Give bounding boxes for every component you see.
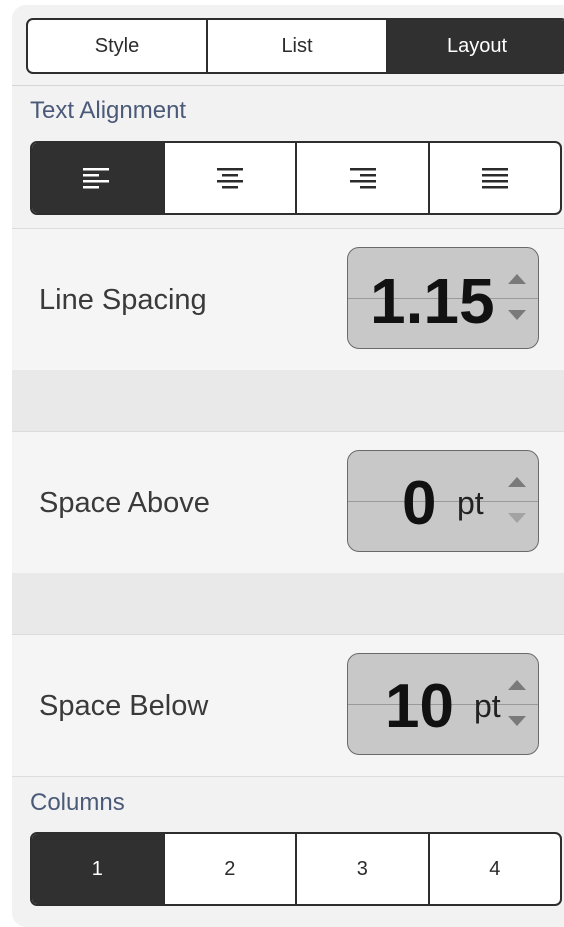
- space-below-row: Space Below 10 pt: [12, 634, 564, 777]
- align-left-icon: [83, 168, 110, 189]
- space-below-label: Space Below: [39, 690, 209, 722]
- space-below-stepper[interactable]: 10 pt: [347, 653, 539, 755]
- text-alignment-label: Text Alignment: [30, 97, 187, 124]
- increment-arrow-icon[interactable]: [508, 274, 526, 284]
- align-justify-button[interactable]: [427, 143, 561, 213]
- spacer: [12, 573, 564, 634]
- tab-style[interactable]: Style: [28, 20, 206, 72]
- tab-layout[interactable]: Layout: [386, 20, 564, 72]
- align-center-icon: [216, 168, 243, 189]
- align-right-button[interactable]: [295, 143, 428, 213]
- columns-option-2[interactable]: 2: [162, 834, 296, 904]
- columns-label: Columns: [30, 789, 125, 816]
- increment-arrow-icon[interactable]: [508, 680, 526, 690]
- columns-option-4[interactable]: 4: [427, 834, 561, 904]
- columns-option-1[interactable]: 1: [32, 834, 163, 904]
- align-justify-icon: [481, 168, 508, 189]
- line-spacing-value: 1.15: [370, 265, 495, 337]
- stepper-divider: [348, 501, 538, 502]
- decrement-arrow-icon[interactable]: [508, 513, 526, 523]
- line-spacing-row: Line Spacing 1.15: [12, 228, 564, 371]
- align-right-icon: [350, 168, 377, 189]
- line-spacing-stepper[interactable]: 1.15: [347, 247, 539, 349]
- space-below-unit: pt: [474, 688, 501, 724]
- decrement-arrow-icon[interactable]: [508, 310, 526, 320]
- spacer: [12, 370, 564, 431]
- layout-inspector-panel: Style List Layout Text Alignment Line Sp…: [12, 5, 564, 927]
- inspector-tabs: Style List Layout: [26, 18, 564, 74]
- columns-option-3[interactable]: 3: [295, 834, 428, 904]
- align-center-button[interactable]: [162, 143, 296, 213]
- text-alignment-control: [30, 141, 562, 215]
- align-left-button[interactable]: [32, 143, 163, 213]
- space-above-label: Space Above: [39, 487, 210, 519]
- space-above-unit: pt: [457, 485, 484, 521]
- space-above-stepper[interactable]: 0 pt: [347, 450, 539, 552]
- space-below-value: 10: [385, 672, 454, 741]
- decrement-arrow-icon[interactable]: [508, 716, 526, 726]
- space-above-value: 0: [402, 469, 437, 538]
- increment-arrow-icon[interactable]: [508, 477, 526, 487]
- tab-list[interactable]: List: [206, 20, 386, 72]
- columns-control: 1 2 3 4: [30, 832, 562, 906]
- line-spacing-label: Line Spacing: [39, 284, 207, 316]
- space-above-row: Space Above 0 pt: [12, 431, 564, 574]
- tabs-bar: Style List Layout: [12, 5, 564, 86]
